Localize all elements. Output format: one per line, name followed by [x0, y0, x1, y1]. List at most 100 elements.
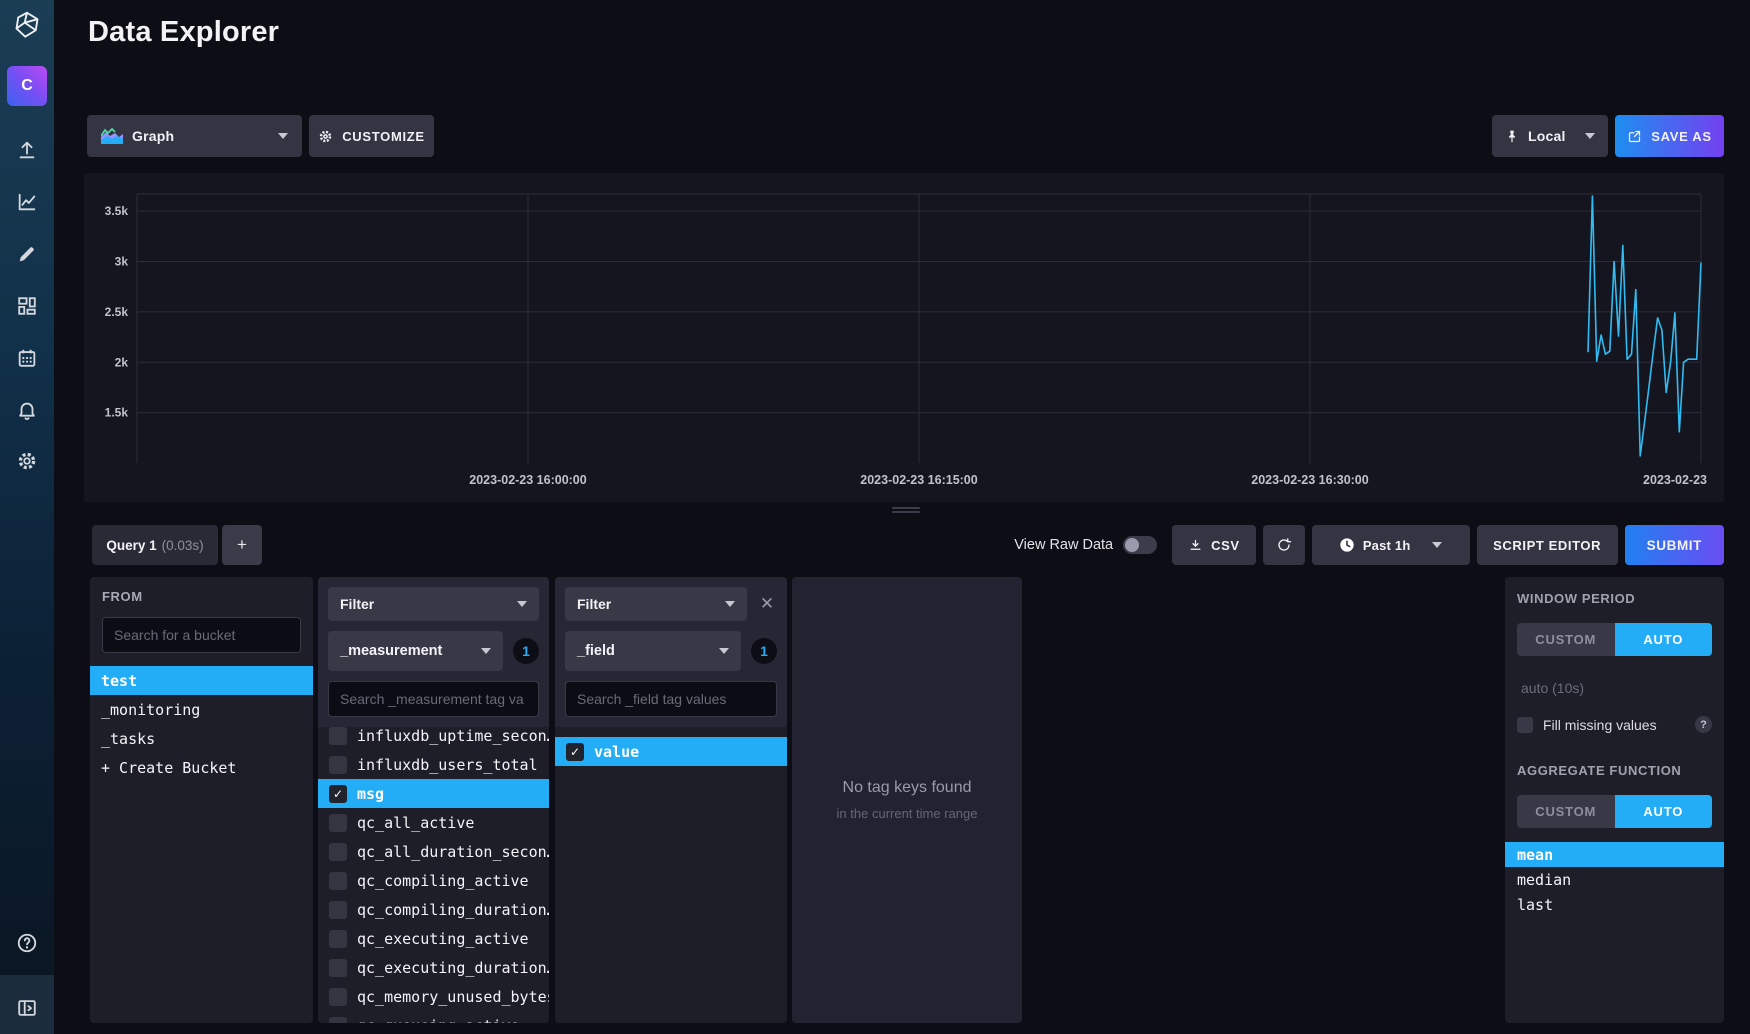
bucket-search-input[interactable]	[102, 617, 301, 653]
aggregate-toggle: CUSTOM AUTO	[1517, 795, 1712, 828]
csv-label: CSV	[1211, 538, 1240, 553]
nav-item-data-explorer[interactable]	[0, 182, 54, 222]
empty-state-title: No tag keys found	[843, 779, 972, 797]
dashboards-icon	[16, 295, 38, 317]
measurement-list-item[interactable]: influxdb_users_total	[318, 750, 549, 779]
unchecked-checkbox[interactable]	[329, 756, 347, 774]
unchecked-checkbox[interactable]	[329, 843, 347, 861]
measurement-list-item-label: qc_compiling_duration…	[357, 901, 549, 919]
measurement-list-item-label: qc_memory_unused_bytes	[357, 988, 549, 1006]
query-duration: (0.03s)	[162, 538, 204, 553]
unchecked-checkbox[interactable]	[329, 930, 347, 948]
unchecked-checkbox[interactable]	[329, 814, 347, 832]
customize-button[interactable]: CUSTOMIZE	[309, 115, 434, 157]
save-as-button[interactable]: SAVE AS	[1615, 115, 1724, 157]
question-mark-icon[interactable]: ?	[1695, 716, 1712, 733]
measurement-list-item[interactable]: ✓msg	[318, 779, 549, 808]
field-filter-panel: Filter ✕ _field 1 ✓value	[555, 577, 787, 1023]
expand-sidebar-button[interactable]	[0, 988, 54, 1028]
line-graph-icon	[16, 191, 38, 213]
nav-item-notebooks[interactable]	[0, 234, 54, 274]
remove-filter-button[interactable]: ✕	[757, 594, 777, 614]
org-avatar[interactable]: C	[7, 66, 47, 106]
query-tab-label: Query 1	[106, 538, 156, 553]
bucket-list-item[interactable]: _monitoring	[90, 695, 313, 724]
unchecked-checkbox[interactable]	[329, 1017, 347, 1024]
measurement-list-item[interactable]: qc_compiling_active	[318, 866, 549, 895]
bell-icon	[16, 399, 38, 421]
refresh-button[interactable]	[1263, 525, 1305, 565]
pin-icon	[1505, 129, 1519, 144]
aggregate-auto-button[interactable]: AUTO	[1615, 795, 1713, 828]
csv-download-button[interactable]: CSV	[1172, 525, 1256, 565]
measurement-list-item-label: influxdb_uptime_secon…	[357, 727, 549, 745]
field-search-input[interactable]	[565, 681, 777, 717]
unchecked-checkbox[interactable]	[329, 959, 347, 977]
query-tab[interactable]: Query 1 (0.03s)	[92, 525, 218, 565]
tag-keys-panel: No tag keys found in the current time ra…	[792, 577, 1022, 1023]
bucket-list-item[interactable]: test	[90, 666, 313, 695]
bucket-list-item-label: + Create Bucket	[101, 759, 236, 777]
view-type-dropdown[interactable]: Graph	[87, 115, 302, 157]
nav-item-load-data[interactable]	[0, 130, 54, 170]
filter-type-dropdown[interactable]: Filter	[565, 587, 747, 621]
measurement-list-item[interactable]: qc_executing_active	[318, 924, 549, 953]
x-axis-label: 2023-02-23	[1643, 473, 1707, 487]
aggregate-custom-button[interactable]: CUSTOM	[1517, 795, 1615, 828]
unchecked-checkbox[interactable]	[329, 872, 347, 890]
nav-item-alerts[interactable]	[0, 390, 54, 430]
aggregate-function-item-label: mean	[1517, 846, 1553, 864]
measurement-list-item[interactable]: qc_all_duration_secon…	[318, 837, 549, 866]
measurement-list-item[interactable]: influxdb_uptime_secon…	[318, 721, 549, 750]
customize-label: CUSTOMIZE	[342, 129, 425, 144]
bucket-list-item-label: _tasks	[101, 730, 155, 748]
checked-checkbox[interactable]: ✓	[329, 785, 347, 803]
bucket-list-item[interactable]: _tasks	[90, 724, 313, 753]
aggregate-function-title: AGGREGATE FUNCTION	[1517, 763, 1712, 778]
tag-key-dropdown[interactable]: _measurement	[328, 631, 503, 671]
nav-item-dashboards[interactable]	[0, 286, 54, 326]
download-icon	[1188, 538, 1203, 553]
script-editor-button[interactable]: SCRIPT EDITOR	[1477, 525, 1618, 565]
field-list-item[interactable]: ✓value	[555, 737, 787, 766]
aggregate-function-item[interactable]: median	[1505, 867, 1724, 892]
area-graph-icon	[101, 128, 123, 144]
unchecked-checkbox[interactable]	[329, 727, 347, 745]
fill-missing-values-checkbox[interactable]	[1517, 717, 1533, 733]
time-range-dropdown[interactable]: Past 1h	[1312, 525, 1470, 565]
checked-checkbox[interactable]: ✓	[566, 743, 584, 761]
measurement-list-item-label: qc_compiling_active	[357, 872, 529, 890]
unchecked-checkbox[interactable]	[329, 901, 347, 919]
chevron-down-icon	[1585, 133, 1595, 139]
measurement-list: influxdb_uptime_secon… influxdb_users_tot…	[318, 721, 549, 1023]
add-query-button[interactable]: +	[222, 525, 262, 565]
measurement-search-input[interactable]	[328, 681, 539, 717]
time-zone-dropdown[interactable]: Local	[1492, 115, 1608, 157]
window-auto-button[interactable]: AUTO	[1615, 623, 1713, 656]
measurement-list-item[interactable]: qc_all_active	[318, 808, 549, 837]
nav-item-help[interactable]	[0, 923, 54, 963]
create-bucket-button[interactable]: + Create Bucket	[90, 753, 313, 782]
time-range-label: Past 1h	[1363, 538, 1411, 553]
from-panel-title: FROM	[102, 589, 301, 604]
measurement-list-item[interactable]: qc_compiling_duration…	[318, 895, 549, 924]
aggregate-function-item[interactable]: mean	[1505, 842, 1724, 867]
empty-state-subtitle: in the current time range	[837, 806, 978, 821]
view-raw-data-toggle[interactable]	[1123, 536, 1157, 554]
chevron-down-icon	[481, 648, 491, 654]
nav-item-settings[interactable]	[0, 441, 54, 481]
measurement-list-item[interactable]: qc_executing_duration…	[318, 953, 549, 982]
filter-type-dropdown[interactable]: Filter	[328, 587, 539, 621]
unchecked-checkbox[interactable]	[329, 988, 347, 1006]
nav-item-tasks[interactable]	[0, 338, 54, 378]
window-custom-button[interactable]: CUSTOM	[1517, 623, 1615, 656]
aggregate-function-item[interactable]: last	[1505, 892, 1724, 917]
tag-key-dropdown[interactable]: _field	[565, 631, 741, 671]
aggregate-function-list: mean medianlast	[1505, 842, 1724, 917]
chevron-down-icon	[719, 648, 729, 654]
submit-button[interactable]: SUBMIT	[1625, 525, 1724, 565]
measurement-list-item[interactable]: qc_queueing_active	[318, 1011, 549, 1023]
filter-type-label: Filter	[340, 596, 374, 612]
measurement-list-item[interactable]: qc_memory_unused_bytes	[318, 982, 549, 1011]
chart-resize-handle[interactable]	[892, 507, 920, 515]
